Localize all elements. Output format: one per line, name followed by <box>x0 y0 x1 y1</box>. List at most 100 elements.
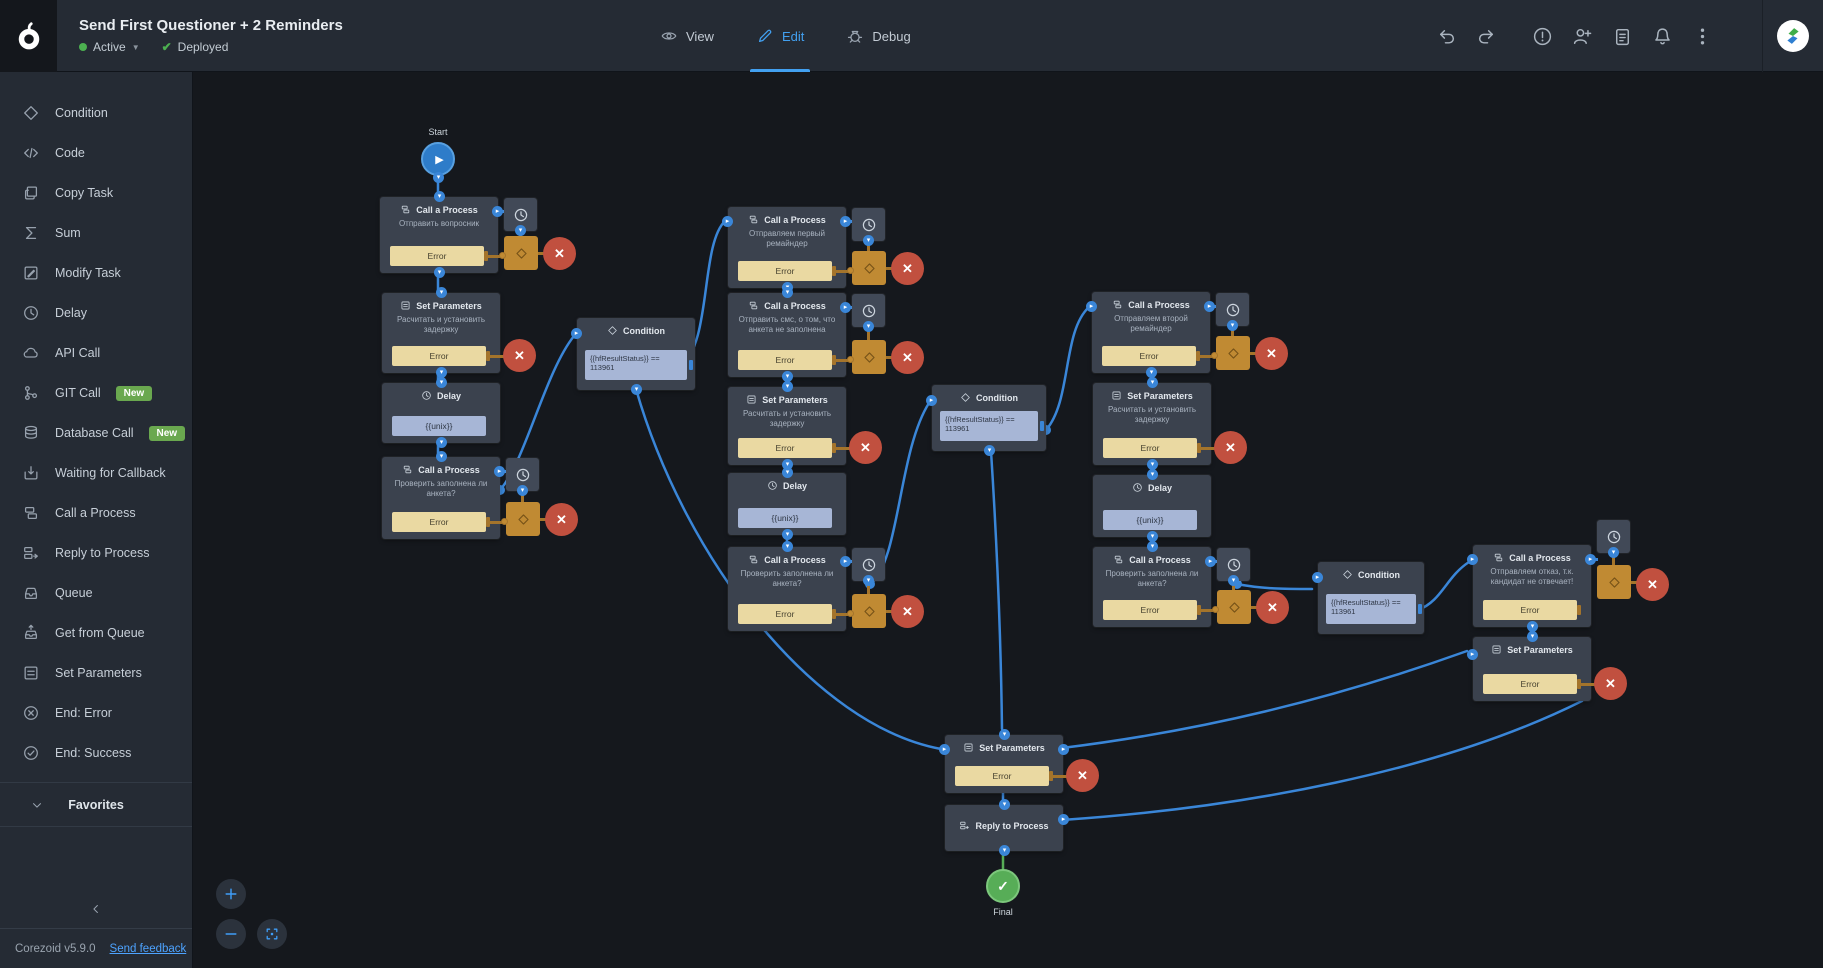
end-error-node[interactable]: ✕ <box>891 341 924 374</box>
connector-dot[interactable]: ▾ <box>515 225 526 236</box>
corezoid-logo[interactable] <box>0 0 57 72</box>
condition-branch-node[interactable] <box>504 236 538 270</box>
sidebar-item-sum[interactable]: Sum <box>0 213 192 253</box>
connector-dot[interactable]: ▾ <box>782 467 793 478</box>
connector-dot[interactable]: ▸ <box>1467 649 1478 660</box>
sidebar-item-git-call[interactable]: GIT CallNew <box>0 373 192 413</box>
send-feedback-link[interactable]: Send feedback <box>110 943 187 955</box>
zoom-out-button[interactable] <box>216 919 246 949</box>
connector-dot[interactable]: ▾ <box>433 172 444 183</box>
node-n3-delay[interactable]: Delay{{unix}}▾▾ <box>382 383 500 443</box>
connector-dot[interactable]: ▾ <box>1147 377 1158 388</box>
connector-dot[interactable]: ▾ <box>1147 469 1158 480</box>
tab-view[interactable]: View <box>660 0 714 72</box>
connector-dot[interactable]: ▸ <box>840 556 851 567</box>
end-error-node[interactable]: ✕ <box>1594 667 1627 700</box>
start-node[interactable]: ▶ <box>421 142 455 176</box>
end-error-node[interactable]: ✕ <box>1066 759 1099 792</box>
node-n9-call-a-process[interactable]: Call a ProcessПроверить заполнена ли анк… <box>728 547 846 631</box>
connector-dot[interactable]: ▾ <box>1527 631 1538 642</box>
final-node[interactable]: ✓ <box>986 869 1020 903</box>
delay-value-bar[interactable]: {{unix}} <box>738 508 832 528</box>
connector-dot[interactable]: ▸ <box>1312 572 1323 583</box>
condition-expression-bar[interactable]: {{hfResultStatus}} ==113961 <box>1326 594 1416 624</box>
end-error-node[interactable]: ✕ <box>1214 431 1247 464</box>
info-button[interactable] <box>1531 25 1553 47</box>
node-n11-set-parameters[interactable]: Set ParametersРасчитать и установить зад… <box>1093 383 1211 465</box>
error-branch-bar[interactable]: Error <box>738 604 832 624</box>
sidebar-item-reply-to-process[interactable]: Reply to Process <box>0 533 192 573</box>
node-c1-condition[interactable]: Condition{{hfResultStatus}} ==113961▸▾ <box>577 318 695 390</box>
user-avatar[interactable] <box>1777 20 1809 52</box>
condition-branch-node[interactable] <box>852 251 886 285</box>
connector-dot[interactable]: ▸ <box>1058 744 1069 755</box>
connector-dot[interactable]: ▾ <box>436 287 447 298</box>
error-branch-bar[interactable]: Error <box>390 246 484 266</box>
condition-expression-bar[interactable]: {{hfResultStatus}} ==113961 <box>585 350 687 380</box>
undo-button[interactable] <box>1435 25 1457 47</box>
error-branch-bar[interactable]: Error <box>738 261 832 281</box>
condition-expression-bar[interactable]: {{hfResultStatus}} ==113961 <box>940 411 1038 441</box>
connector-dot[interactable]: ▸ <box>840 216 851 227</box>
connector-dot[interactable]: ▾ <box>782 287 793 298</box>
end-error-node[interactable]: ✕ <box>891 252 924 285</box>
status-label[interactable]: Active <box>93 40 126 54</box>
connector-dot[interactable]: ▸ <box>1205 556 1216 567</box>
connector-dot[interactable]: ▾ <box>782 529 793 540</box>
error-branch-bar[interactable]: Error <box>738 350 832 370</box>
connector-dot[interactable]: ▸ <box>840 302 851 313</box>
sidebar-item-database-call[interactable]: Database CallNew <box>0 413 192 453</box>
node-n17-reply-to-process[interactable]: Reply to Process▾▸▾ <box>945 805 1063 851</box>
connector-dot[interactable]: ▸ <box>722 216 733 227</box>
connector-dot[interactable]: ▸ <box>1585 554 1596 565</box>
connector-dot[interactable]: ▾ <box>434 191 445 202</box>
invite-user-button[interactable] <box>1571 25 1593 47</box>
node-n12-delay[interactable]: Delay{{unix}}▾▾ <box>1093 475 1211 537</box>
connector-dot[interactable]: ▾ <box>1227 320 1238 331</box>
delay-value-bar[interactable]: {{unix}} <box>392 416 486 436</box>
sidebar-item-delay[interactable]: Delay <box>0 293 192 333</box>
connector-dot[interactable]: ▾ <box>1608 547 1619 558</box>
sidebar-item-end-success[interactable]: End: Success <box>0 733 192 773</box>
error-branch-bar[interactable]: Error <box>1483 674 1577 694</box>
node-n4-call-a-process[interactable]: Call a ProcessПроверить заполнена ли анк… <box>382 457 500 539</box>
connector-dot[interactable]: ▾ <box>863 235 874 246</box>
node-c3-condition[interactable]: Condition{{hfResultStatus}} ==113961▸ <box>1318 562 1424 634</box>
more-menu-button[interactable] <box>1691 25 1713 47</box>
end-error-node[interactable]: ✕ <box>1256 591 1289 624</box>
status-caret-icon[interactable]: ▼ <box>132 43 140 52</box>
node-n2-set-parameters[interactable]: Set ParametersРасчитать и установить зад… <box>382 293 500 373</box>
node-n10-call-a-process[interactable]: Call a ProcessОтправляем второй ремайнде… <box>1092 292 1210 373</box>
error-branch-bar[interactable]: Error <box>1103 600 1197 620</box>
connector-dot[interactable]: ▸ <box>1058 814 1069 825</box>
connector-dot[interactable]: ▾ <box>999 845 1010 856</box>
zoom-in-button[interactable] <box>216 879 246 909</box>
node-n13-call-a-process[interactable]: Call a ProcessПроверить заполнена ли анк… <box>1093 547 1211 627</box>
tab-edit[interactable]: Edit <box>756 0 804 72</box>
error-branch-bar[interactable]: Error <box>1103 438 1197 458</box>
connector-dot[interactable]: ▾ <box>436 451 447 462</box>
connector-dot[interactable]: ▾ <box>984 445 995 456</box>
changelog-button[interactable] <box>1611 25 1633 47</box>
error-branch-bar[interactable]: Error <box>738 438 832 458</box>
redo-button[interactable] <box>1475 25 1497 47</box>
node-n1-call-a-process[interactable]: Call a ProcessОтправить вопросникError▸▾… <box>380 197 498 273</box>
sidebar-item-end-error[interactable]: End: Error <box>0 693 192 733</box>
delay-value-bar[interactable]: {{unix}} <box>1103 510 1197 530</box>
node-n14-call-a-process[interactable]: Call a ProcessОтправляем отказ, т.к. кан… <box>1473 545 1591 627</box>
node-n6-call-a-process[interactable]: Call a ProcessОтправить смс, о том, что … <box>728 293 846 377</box>
end-error-node[interactable]: ✕ <box>1636 568 1669 601</box>
connector-dot[interactable]: ▾ <box>782 541 793 552</box>
connector-dot[interactable]: ▸ <box>1467 554 1478 565</box>
connector-dot[interactable]: ▾ <box>782 381 793 392</box>
connector-dot[interactable]: ▾ <box>863 321 874 332</box>
node-n15-set-parameters[interactable]: Set ParametersError✕▸▾ <box>1473 637 1591 701</box>
end-error-node[interactable]: ✕ <box>849 431 882 464</box>
connector-dot[interactable]: ▾ <box>434 267 445 278</box>
connector-dot[interactable]: ▸ <box>492 206 503 217</box>
sidebar-item-api-call[interactable]: API Call <box>0 333 192 373</box>
condition-out-nub[interactable] <box>1418 604 1422 614</box>
connector-dot[interactable]: ▾ <box>863 575 874 586</box>
connector-dot[interactable]: ▾ <box>1228 575 1239 586</box>
connector-dot[interactable]: ▸ <box>1204 301 1215 312</box>
